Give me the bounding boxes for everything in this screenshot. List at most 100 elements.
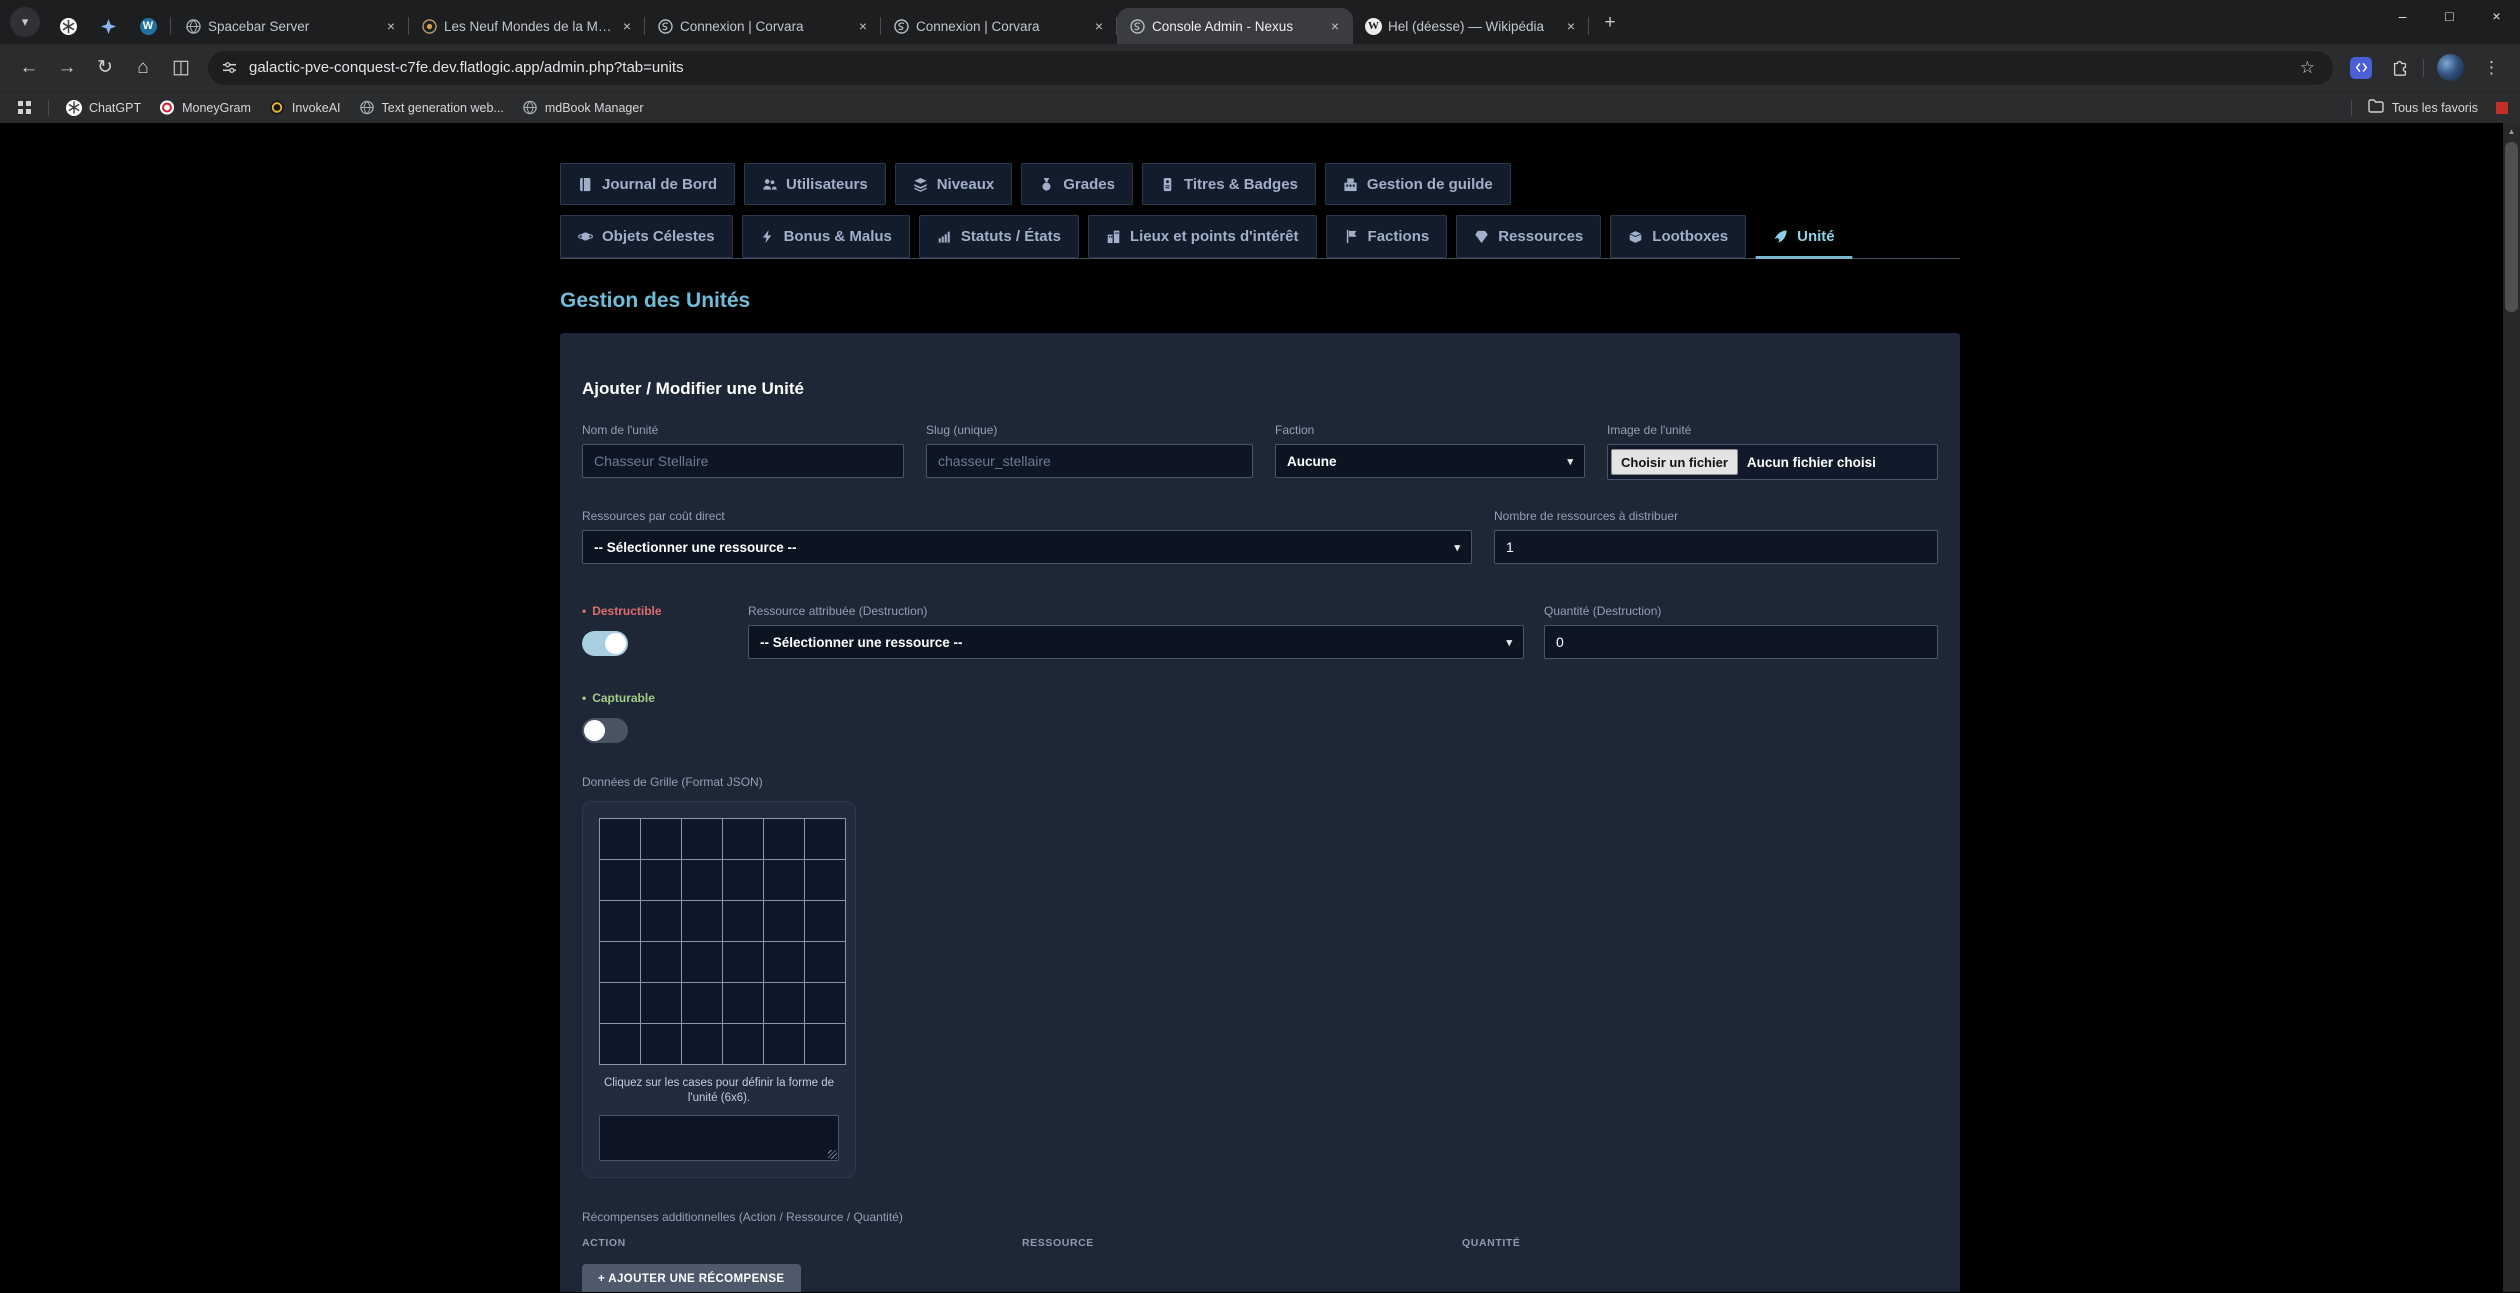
forward-icon[interactable]: → bbox=[48, 50, 86, 86]
address-bar[interactable]: galactic-pve-conquest-c7fe.dev.flatlogic… bbox=[208, 51, 2333, 85]
scrollbar[interactable]: ▲ bbox=[2503, 123, 2520, 1292]
tab-journal-de-bord[interactable]: Journal de Bord bbox=[560, 163, 735, 205]
add-reward-button[interactable]: + AJOUTER UNE RÉCOMPENSE bbox=[582, 1264, 801, 1292]
scrollbar-thumb[interactable] bbox=[2505, 142, 2518, 312]
grid-cell[interactable] bbox=[600, 819, 640, 859]
grid-cell[interactable] bbox=[641, 860, 681, 900]
home-icon[interactable]: ⌂ bbox=[124, 50, 162, 86]
tab-unit[interactable]: Unité bbox=[1755, 215, 1853, 259]
browser-tab-connexion-corvara[interactable]: Connexion | Corvara× bbox=[645, 8, 881, 44]
browser-tab-console-admin-nexus[interactable]: Console Admin - Nexus× bbox=[1117, 8, 1353, 44]
tab-gestion-de-guilde[interactable]: Gestion de guilde bbox=[1325, 163, 1511, 205]
tab-grades[interactable]: Grades bbox=[1021, 163, 1133, 205]
tab-close-icon[interactable]: × bbox=[1327, 18, 1343, 34]
grid-cell[interactable] bbox=[764, 860, 804, 900]
tab-niveaux[interactable]: Niveaux bbox=[895, 163, 1013, 205]
grid-cell[interactable] bbox=[682, 819, 722, 859]
pinned-tab[interactable] bbox=[48, 8, 88, 44]
grid-cell[interactable] bbox=[723, 942, 763, 982]
grid-cell[interactable] bbox=[600, 983, 640, 1023]
grid-cell[interactable] bbox=[600, 942, 640, 982]
capturable-toggle[interactable] bbox=[582, 718, 628, 743]
grid-cell[interactable] bbox=[764, 901, 804, 941]
grid-cell[interactable] bbox=[682, 983, 722, 1023]
tab-ressources[interactable]: Ressources bbox=[1456, 215, 1601, 258]
grid-cell[interactable] bbox=[641, 983, 681, 1023]
grid-cell[interactable] bbox=[641, 942, 681, 982]
grid-cell[interactable] bbox=[682, 1024, 722, 1064]
grid-cell[interactable] bbox=[764, 942, 804, 982]
grid-cell[interactable] bbox=[723, 819, 763, 859]
file-input[interactable]: Choisir un fichier Aucun fichier choisi bbox=[1607, 444, 1938, 480]
back-icon[interactable]: ← bbox=[10, 50, 48, 86]
tab-statuts-tats[interactable]: Statuts / États bbox=[919, 215, 1079, 258]
bookmark-star-icon[interactable]: ☆ bbox=[2288, 58, 2327, 78]
slug-input[interactable] bbox=[926, 444, 1253, 478]
grid-cell[interactable] bbox=[805, 901, 845, 941]
maximize-button[interactable]: □ bbox=[2426, 0, 2473, 32]
grid-cell[interactable] bbox=[682, 942, 722, 982]
browser-tab-les-neuf-mondes-de-la-mythol[interactable]: Les Neuf Mondes de la Mythol× bbox=[409, 8, 645, 44]
grid-cell[interactable] bbox=[723, 1024, 763, 1064]
grid-cell[interactable] bbox=[805, 860, 845, 900]
browser-tab-hel-d-esse-wikip-dia[interactable]: WHel (déesse) — Wikipédia× bbox=[1353, 8, 1589, 44]
grid-cell[interactable] bbox=[805, 819, 845, 859]
side-panel-icon[interactable]: ◫ bbox=[162, 50, 200, 86]
profile-avatar[interactable] bbox=[2437, 54, 2464, 81]
grid-cell[interactable] bbox=[805, 1024, 845, 1064]
grid-cell[interactable] bbox=[723, 860, 763, 900]
tab-titres-badges[interactable]: Titres & Badges bbox=[1142, 163, 1316, 205]
tab-close-icon[interactable]: × bbox=[1563, 18, 1579, 34]
tab-close-icon[interactable]: × bbox=[383, 18, 399, 34]
grid-cell[interactable] bbox=[805, 942, 845, 982]
faction-select[interactable]: Aucune ▾ bbox=[1275, 444, 1585, 478]
grid-cell[interactable] bbox=[764, 1024, 804, 1064]
extensions-puzzle-icon[interactable] bbox=[2381, 50, 2419, 86]
bookmark-invokeai[interactable]: InvokeAI bbox=[260, 95, 350, 121]
grid-cell[interactable] bbox=[723, 901, 763, 941]
close-button[interactable]: × bbox=[2473, 0, 2520, 32]
grid-cell[interactable] bbox=[641, 1024, 681, 1064]
grid-cell[interactable] bbox=[641, 901, 681, 941]
tab-close-icon[interactable]: × bbox=[1091, 18, 1107, 34]
scroll-up-arrow[interactable]: ▲ bbox=[2503, 123, 2520, 140]
grid-cell[interactable] bbox=[600, 1024, 640, 1064]
pinned-tab[interactable]: W bbox=[128, 8, 168, 44]
unit-name-input[interactable] bbox=[582, 444, 904, 478]
site-settings-icon[interactable] bbox=[222, 60, 237, 75]
distribute-count-input[interactable] bbox=[1494, 530, 1938, 564]
grid-cell[interactable] bbox=[723, 983, 763, 1023]
tab-factions[interactable]: Factions bbox=[1326, 215, 1448, 258]
active-extension-icon[interactable] bbox=[2350, 57, 2372, 79]
minimize-button[interactable]: – bbox=[2379, 0, 2426, 32]
tab-objets-c-lestes[interactable]: Objets Célestes bbox=[560, 215, 733, 258]
grid-cell[interactable] bbox=[682, 860, 722, 900]
tab-close-icon[interactable]: × bbox=[855, 18, 871, 34]
tab-lootboxes[interactable]: Lootboxes bbox=[1610, 215, 1746, 258]
tab-utilisateurs[interactable]: Utilisateurs bbox=[744, 163, 886, 205]
grid-cell[interactable] bbox=[641, 819, 681, 859]
grid-cell[interactable] bbox=[764, 983, 804, 1023]
new-tab-button[interactable]: + bbox=[1595, 8, 1625, 38]
tab-bonus-malus[interactable]: Bonus & Malus bbox=[742, 215, 910, 258]
all-bookmarks-label[interactable]: Tous les favoris bbox=[2392, 101, 2478, 115]
grid-cell[interactable] bbox=[682, 901, 722, 941]
bookmark-mdbook-manager[interactable]: mdBook Manager bbox=[513, 95, 653, 121]
pinned-tab[interactable] bbox=[88, 8, 128, 44]
tab-lieux-et-points-d-int-r-t[interactable]: Lieux et points d'intérêt bbox=[1088, 215, 1317, 258]
url-text[interactable]: galactic-pve-conquest-c7fe.dev.flatlogic… bbox=[249, 59, 2288, 76]
tab-search-button[interactable]: ▾ bbox=[10, 7, 40, 37]
destruction-qty-input[interactable] bbox=[1544, 625, 1938, 659]
browser-menu-icon[interactable]: ⋮ bbox=[2473, 58, 2510, 78]
destruction-resource-select[interactable]: -- Sélectionner une ressource -- ▾ bbox=[748, 625, 1524, 659]
cost-resource-select[interactable]: -- Sélectionner une ressource -- ▾ bbox=[582, 530, 1472, 564]
bookmark-moneygram[interactable]: MoneyGram bbox=[150, 95, 260, 121]
browser-tab-spacebar-server[interactable]: Spacebar Server× bbox=[173, 8, 409, 44]
bookmark-text-generation-web[interactable]: Text generation web... bbox=[350, 95, 513, 121]
destructible-toggle[interactable] bbox=[582, 631, 628, 656]
bookmark-chatgpt[interactable]: ChatGPT bbox=[57, 95, 150, 121]
grid-cell[interactable] bbox=[764, 819, 804, 859]
grid-json-textarea[interactable] bbox=[599, 1115, 839, 1161]
choose-file-button[interactable]: Choisir un fichier bbox=[1611, 449, 1738, 475]
reload-icon[interactable]: ↻ bbox=[86, 50, 124, 86]
